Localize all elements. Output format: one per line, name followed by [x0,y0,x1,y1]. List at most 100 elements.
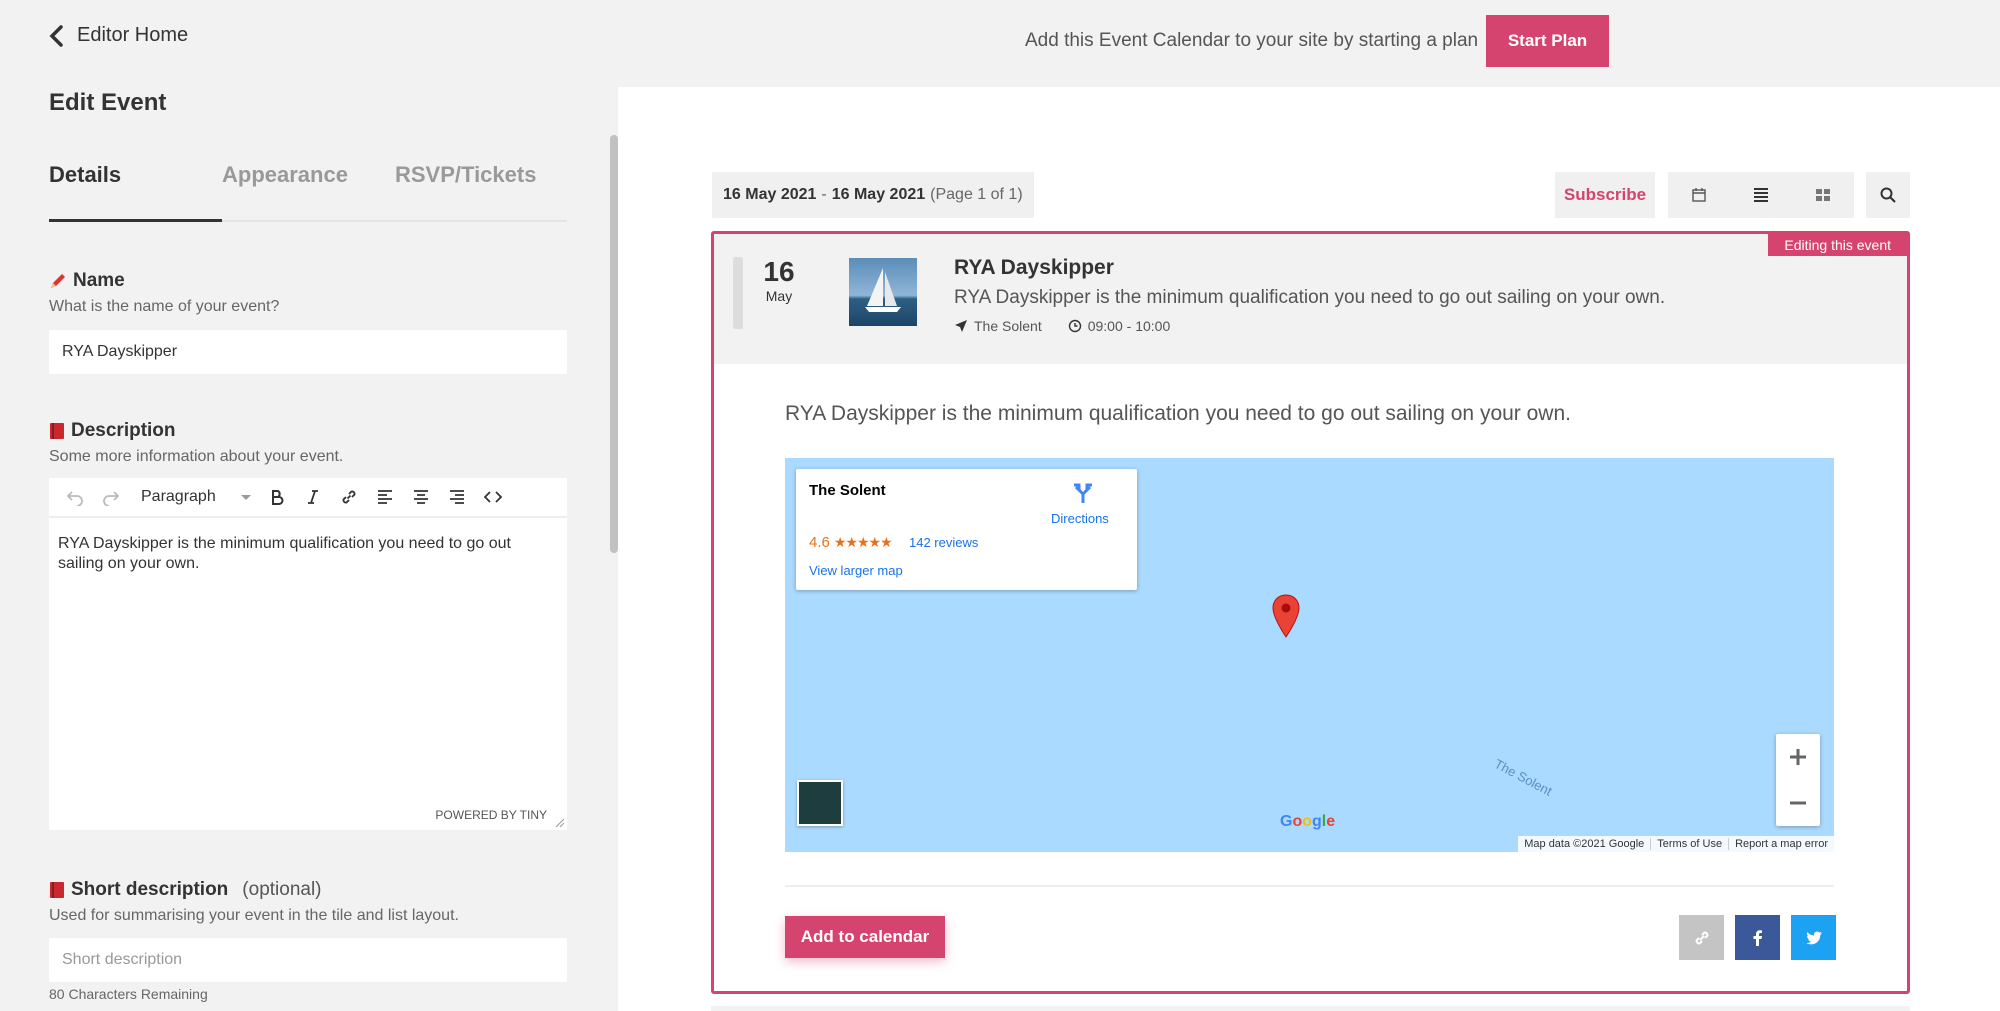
short-description-field-label: Short description (optional) [49,879,322,901]
zoom-out-button[interactable] [1776,780,1820,826]
event-card[interactable]: 16 May RYA Dayskipper RYA Dayskipper is … [711,231,1910,994]
block-format-select[interactable]: Paragraph [129,488,259,506]
tab-rsvp-tickets[interactable]: RSVP/Tickets [395,162,536,222]
date-to: 16 May 2021 [831,186,926,203]
event-header[interactable]: 16 May RYA Dayskipper RYA Dayskipper is … [714,234,1907,364]
powered-by-tiny[interactable]: POWERED BY TINY [435,808,547,822]
optional-tag: (optional) [242,879,322,900]
short-description-input[interactable] [49,938,567,982]
map-place-name: The Solent [809,482,886,499]
zoom-in-button[interactable] [1776,734,1820,780]
map-reviews-link[interactable]: 142 reviews [909,535,978,550]
tab-bar: Details Appearance RSVP/Tickets [49,162,567,222]
subscribe-button[interactable]: Subscribe [1555,172,1655,218]
editor-home-link[interactable]: Editor Home [49,24,188,47]
minus-icon [1790,801,1806,805]
view-larger-map-link[interactable]: View larger map [809,563,903,578]
date-from: 16 May 2021 [723,186,817,203]
description-editor-content[interactable]: RYA Dayskipper is the minimum qualificat… [49,518,567,590]
description-help-text: Some more information about your event. [49,448,344,465]
facebook-icon [1753,929,1762,946]
sidebar-scrollbar[interactable] [610,135,618,553]
source-code-button[interactable] [475,479,511,515]
align-right-icon [450,490,464,504]
name-help-text: What is the name of your event? [49,298,280,315]
map-rating-value: 4.6 [809,534,830,551]
map-pin-icon[interactable] [1271,594,1301,638]
link-icon [342,490,356,504]
directions-icon[interactable] [1071,481,1095,505]
map-place-card: The Solent 4.6 ★★★★★ 142 reviews View la… [796,469,1137,590]
map-water-label: The Solent [1491,756,1555,799]
chevron-left-icon [49,24,63,47]
characters-remaining: 80 Characters Remaining [49,986,208,1002]
tab-appearance[interactable]: Appearance [222,162,348,222]
redo-button[interactable] [93,479,129,515]
date-color-bar [733,257,743,329]
add-to-calendar-button[interactable]: Add to calendar [785,916,945,958]
page-title: Edit Event [49,89,167,116]
editor-toolbar: Paragraph [49,478,567,518]
event-location: The Solent [974,318,1042,334]
report-map-error-link[interactable]: Report a map error [1728,838,1834,850]
description-label-text: Description [71,420,176,441]
view-switcher [1668,172,1854,218]
start-plan-button[interactable]: Start Plan [1486,15,1609,67]
description-editor: Paragraph RYA Dayskipper is the minimum … [49,478,567,830]
short-description-help-text: Used for summarising your event in the t… [49,907,459,924]
divider [785,885,1834,887]
link-button[interactable] [331,479,367,515]
align-right-button[interactable] [439,479,475,515]
align-left-button[interactable] [367,479,403,515]
next-event-strip [711,1006,1910,1011]
edit-event-panel: Editor Home Edit Event Details Appearanc… [0,0,618,1011]
italic-icon [308,490,318,504]
search-button[interactable] [1866,172,1910,218]
grid-icon [1816,189,1830,201]
editing-badge: Editing this event [1768,234,1907,256]
tab-details[interactable]: Details [49,162,222,222]
event-day: 16 [763,256,795,287]
event-month: May [765,288,793,304]
name-field-label: Name [49,270,125,292]
star-rating-icon: ★★★★★ [833,534,893,550]
event-summary: RYA Dayskipper is the minimum qualificat… [954,287,1666,308]
directions-link[interactable]: Directions [1051,511,1109,526]
editor-home-label: Editor Home [77,24,189,46]
twitter-share-button[interactable] [1791,915,1836,960]
undo-button[interactable] [57,479,93,515]
align-center-button[interactable] [403,479,439,515]
zoom-controls [1776,734,1820,826]
location-arrow-icon [955,320,967,332]
search-icon [1880,187,1896,203]
location-map[interactable]: The Solent 4.6 ★★★★★ 142 reviews View la… [785,458,1834,852]
event-name-input[interactable] [49,330,567,374]
event-meta: The Solent 09:00 - 10:00 [954,318,1170,334]
map-rating: 4.6 ★★★★★ [809,534,893,551]
map-footer: Map data ©2021 Google Terms of Use Repor… [1518,836,1834,852]
page-info: (Page 1 of 1) [930,186,1023,203]
book-icon [50,882,64,898]
event-time: 09:00 - 10:00 [1087,318,1171,334]
month-view-button[interactable] [1668,172,1730,218]
terms-of-use-link[interactable]: Terms of Use [1650,838,1728,850]
satellite-toggle[interactable] [797,780,843,826]
facebook-share-button[interactable] [1735,915,1780,960]
block-format-value: Paragraph [141,488,216,505]
chevron-down-icon [241,494,251,500]
description-field-label: Description [49,420,176,442]
calendar-icon [1692,188,1706,202]
redo-icon [103,491,120,506]
list-view-button[interactable] [1730,172,1792,218]
event-description: RYA Dayskipper is the minimum qualificat… [785,402,1571,425]
align-center-icon [414,490,428,504]
event-thumbnail [849,258,917,326]
copy-link-button[interactable] [1679,915,1724,960]
sailboat-icon [865,268,901,312]
list-icon [1754,188,1768,202]
bold-button[interactable] [259,479,295,515]
italic-button[interactable] [295,479,331,515]
code-icon [484,491,502,503]
tile-view-button[interactable] [1792,172,1854,218]
resize-handle-icon[interactable] [555,818,565,828]
